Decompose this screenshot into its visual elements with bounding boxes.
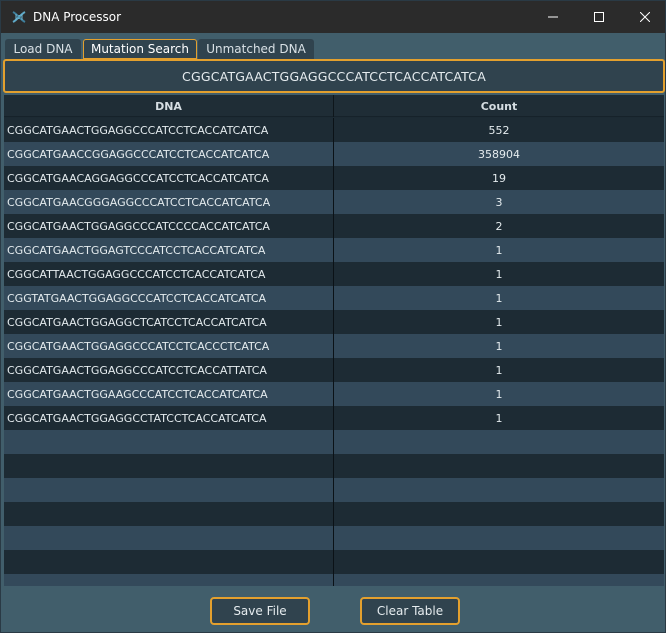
column-header-count[interactable]: Count xyxy=(334,95,664,117)
table-row[interactable]: CGGCATGAACGGGAGGCCCATCCTCACCATCATCA 3 xyxy=(4,190,664,214)
column-header-dna[interactable]: DNA xyxy=(4,95,334,117)
table-row-empty[interactable] xyxy=(4,574,664,586)
table-row[interactable]: CGGTATGAACTGGAGGCCCATCCTCACCATCATCA 1 xyxy=(4,286,664,310)
table-row-empty[interactable] xyxy=(4,526,664,550)
cell-dna: CGGCATGAACTGGAGTCCCATCCTCACCATCATCA xyxy=(7,243,266,257)
minimize-icon xyxy=(548,16,558,18)
minimize-button[interactable] xyxy=(530,1,576,33)
table-row-empty[interactable] xyxy=(4,550,664,574)
table-row[interactable]: CGGCATTAACTGGAGGCCCATCCTCACCATCATCA 1 xyxy=(4,262,664,286)
table-row[interactable]: CGGCATGAACTGGAGGCCCATCCCCACCATCATCA 2 xyxy=(4,214,664,238)
cell-dna: CGGCATGAACTGGAAGCCCATCCTCACCATCATCA xyxy=(7,387,268,401)
cell-count: 1 xyxy=(495,387,503,401)
tab-unmatched-dna[interactable]: Unmatched DNA xyxy=(198,39,314,59)
cell-count: 2 xyxy=(495,219,503,233)
cell-count: 1 xyxy=(495,267,503,281)
table-row[interactable]: CGGCATGAACCGGAGGCCCATCCTCACCATCATCA 35890… xyxy=(4,142,664,166)
cell-dna: CGGCATGAACAGGAGGCCCATCCTCACCATCATCA xyxy=(7,171,269,185)
cell-count: 1 xyxy=(495,339,503,353)
app-window: DNA Processor Load DNA Mutation Search U… xyxy=(0,0,666,633)
table-row-empty[interactable] xyxy=(4,454,664,478)
cell-dna: CGGCATGAACTGGAGGCCTATCCTCACCATCATCA xyxy=(7,411,267,425)
cell-count: 1 xyxy=(495,315,503,329)
maximize-button[interactable] xyxy=(576,1,622,33)
cell-dna: CGGCATGAACTGGAGGCCCATCCCCACCATCATCA xyxy=(7,219,270,233)
cell-count: 1 xyxy=(495,243,503,257)
window-title: DNA Processor xyxy=(33,10,122,24)
cell-dna: CGGCATGAACGGGAGGCCCATCCTCACCATCATCA xyxy=(7,195,271,209)
close-icon xyxy=(640,12,650,22)
save-file-button[interactable]: Save File xyxy=(210,597,310,625)
cell-dna: CGGCATTAACTGGAGGCCCATCCTCACCATCATCA xyxy=(7,267,266,281)
table-row[interactable]: CGGCATGAACTGGAGGCCCATCCTCACCATTATCA 1 xyxy=(4,358,664,382)
tab-load-dna[interactable]: Load DNA xyxy=(5,39,81,59)
table-row-empty[interactable] xyxy=(4,502,664,526)
table-row-empty[interactable] xyxy=(4,478,664,502)
cell-dna: CGGTATGAACTGGAGGCCCATCCTCACCATCATCA xyxy=(7,291,267,305)
cell-dna: CGGCATGAACTGGAGGCCCATCCTCACCATTATCA xyxy=(7,363,267,377)
cell-count: 358904 xyxy=(478,147,520,161)
cell-dna: CGGCATGAACTGGAGGCCCATCCTCACCCTCATCA xyxy=(7,339,270,353)
close-button[interactable] xyxy=(622,1,666,33)
tab-mutation-search[interactable]: Mutation Search xyxy=(83,39,197,59)
clear-table-button[interactable]: Clear Table xyxy=(360,597,460,625)
cell-count: 552 xyxy=(488,123,510,137)
table-row[interactable]: CGGCATGAACAGGAGGCCCATCCTCACCATCATCA 19 xyxy=(4,166,664,190)
cell-count: 1 xyxy=(495,291,503,305)
table-row[interactable]: CGGCATGAACTGGAAGCCCATCCTCACCATCATCA 1 xyxy=(4,382,664,406)
table-row-empty[interactable] xyxy=(4,430,664,454)
cell-count: 1 xyxy=(495,411,503,425)
table-row[interactable]: CGGCATGAACTGGAGGCCCATCCTCACCATCATCA 552 xyxy=(4,118,664,142)
tab-bar: Load DNA Mutation Search Unmatched DNA xyxy=(1,33,665,59)
cell-dna: CGGCATGAACCGGAGGCCCATCCTCACCATCATCA xyxy=(7,147,270,161)
table-header: DNA Count xyxy=(4,95,664,117)
dna-search-input[interactable]: CGGCATGAACTGGAGGCCCATCCTCACCATCATCA xyxy=(3,59,665,93)
dna-helix-icon xyxy=(11,9,27,25)
table-row[interactable]: CGGCATGAACTGGAGGCCTATCCTCACCATCATCA 1 xyxy=(4,406,664,430)
cell-count: 1 xyxy=(495,363,503,377)
maximize-icon xyxy=(594,12,604,22)
cell-dna: CGGCATGAACTGGAGGCTCATCCTCACCATCATCA xyxy=(7,315,267,329)
results-table[interactable]: DNA Count CGGCATGAACTGGAGGCCCATCCTCACCAT… xyxy=(4,95,664,586)
cell-count: 19 xyxy=(492,171,506,185)
column-divider xyxy=(333,118,334,586)
table-row[interactable]: CGGCATGAACTGGAGTCCCATCCTCACCATCATCA 1 xyxy=(4,238,664,262)
title-bar[interactable]: DNA Processor xyxy=(1,1,665,33)
cell-dna: CGGCATGAACTGGAGGCCCATCCTCACCATCATCA xyxy=(7,123,269,137)
table-row[interactable]: CGGCATGAACTGGAGGCTCATCCTCACCATCATCA 1 xyxy=(4,310,664,334)
table-row[interactable]: CGGCATGAACTGGAGGCCCATCCTCACCCTCATCA 1 xyxy=(4,334,664,358)
cell-count: 3 xyxy=(495,195,503,209)
